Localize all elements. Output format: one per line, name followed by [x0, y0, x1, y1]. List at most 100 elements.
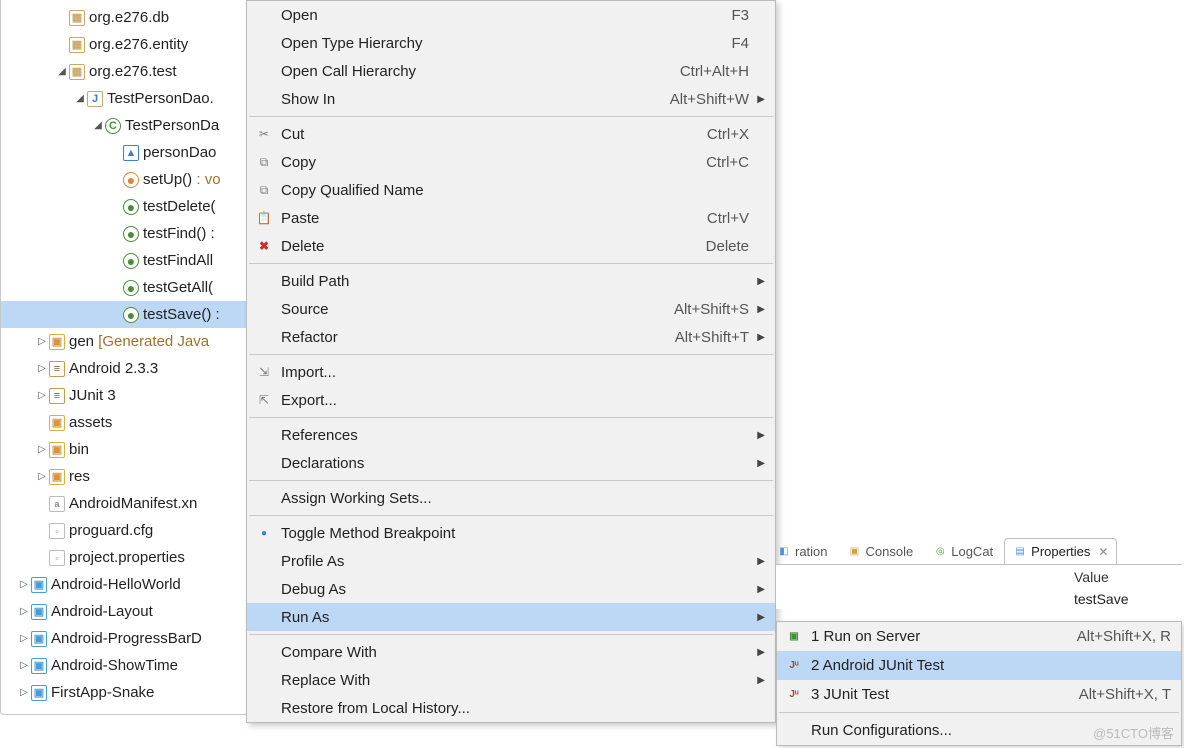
- tree-item-field-persondao[interactable]: ▶ ▲ personDao: [1, 139, 249, 166]
- tree-item-method-setup[interactable]: ▶ ● setUp() : vo: [1, 166, 249, 193]
- tree-item-proj-helloworld[interactable]: ▷ ▣ Android-HelloWorld: [1, 571, 249, 598]
- submenu-item-android-junit-test[interactable]: Jᵘ2 Android JUnit Test: [777, 651, 1181, 680]
- tree-label: Android-ShowTime: [51, 657, 243, 674]
- submenu-arrow-icon: ▶: [755, 430, 765, 441]
- menu-item-open[interactable]: OpenF3: [247, 1, 775, 29]
- menu-item-delete[interactable]: ✖DeleteDelete: [247, 232, 775, 260]
- field-icon: ▲: [123, 145, 139, 161]
- properties-row[interactable]: testSave: [776, 589, 1182, 609]
- close-tab-icon[interactable]: ✕: [1098, 545, 1108, 559]
- tree-item-method-testdelete[interactable]: ▶ ● testDelete(: [1, 193, 249, 220]
- tree-twisty-collapsed-icon[interactable]: ▷: [17, 687, 31, 698]
- tab-properties[interactable]: ▤Properties✕: [1004, 538, 1117, 564]
- blank-icon: [253, 644, 275, 660]
- shortcut-label: Alt+Shift+T: [675, 329, 749, 346]
- tree-item-pkg-entity[interactable]: ▶ ▦ org.e276.entity: [1, 31, 249, 58]
- shortcut-label: Alt+Shift+X, T: [1079, 686, 1171, 703]
- tab-declaration[interactable]: ◧ration: [776, 538, 837, 564]
- tree-item-method-testfind[interactable]: ▶ ● testFind() :: [1, 220, 249, 247]
- submenu-arrow-icon: ▶: [755, 304, 765, 315]
- tree-item-assets[interactable]: ▶ ▣ assets: [1, 409, 249, 436]
- blank-icon: [253, 427, 275, 443]
- tree-item-class-testpersondao[interactable]: ◢ C TestPersonDa: [1, 112, 249, 139]
- menu-item-paste[interactable]: 📋PasteCtrl+V: [247, 204, 775, 232]
- tree-twisty-collapsed-icon[interactable]: ▷: [35, 336, 49, 347]
- menu-item-assign-working-sets[interactable]: Assign Working Sets...: [247, 484, 775, 512]
- menu-separator: [249, 480, 773, 481]
- tree-item-junit-lib[interactable]: ▷ ≡ JUnit 3: [1, 382, 249, 409]
- package-explorer-tree[interactable]: ▶ ▦ org.e276.db ▶ ▦ org.e276.entity ◢ ▦ …: [0, 0, 250, 715]
- menu-item-declarations[interactable]: Declarations▶: [247, 449, 775, 477]
- tree-item-android-lib[interactable]: ▷ ≡ Android 2.3.3: [1, 355, 249, 382]
- menu-item-profile-as[interactable]: Profile As▶: [247, 547, 775, 575]
- tree-item-res[interactable]: ▷ ▣ res: [1, 463, 249, 490]
- tree-label: personDao: [143, 144, 243, 161]
- tree-item-proj-snake[interactable]: ▷ ▣ FirstApp-Snake: [1, 679, 249, 706]
- tree-twisty-collapsed-icon[interactable]: ▷: [17, 579, 31, 590]
- tree-item-manifest[interactable]: ▶ a AndroidManifest.xn: [1, 490, 249, 517]
- tree-twisty-expanded-icon[interactable]: ◢: [73, 93, 87, 104]
- tree-twisty-collapsed-icon[interactable]: ▷: [35, 471, 49, 482]
- menu-item-show-in[interactable]: Show InAlt+Shift+W▶: [247, 85, 775, 113]
- tree-label: testDelete(: [143, 198, 243, 215]
- tree-item-bin[interactable]: ▷ ▣ bin: [1, 436, 249, 463]
- menu-item-import[interactable]: ⇲Import...: [247, 358, 775, 386]
- menu-item-replace-with[interactable]: Replace With▶: [247, 666, 775, 694]
- context-menu: OpenF3 Open Type HierarchyF4 Open Call H…: [246, 0, 776, 723]
- menu-item-debug-as[interactable]: Debug As▶: [247, 575, 775, 603]
- tree-item-method-testgetall[interactable]: ▶ ● testGetAll(: [1, 274, 249, 301]
- tree-item-proj-showtime[interactable]: ▷ ▣ Android-ShowTime: [1, 652, 249, 679]
- submenu-arrow-icon: ▶: [755, 612, 765, 623]
- submenu-item-junit-test[interactable]: Jᵘ3 JUnit TestAlt+Shift+X, T: [777, 680, 1181, 709]
- tree-item-method-testfindall[interactable]: ▶ ● testFindAll: [1, 247, 249, 274]
- tree-label: testFind() :: [143, 225, 243, 242]
- menu-item-open-call-hierarchy[interactable]: Open Call HierarchyCtrl+Alt+H: [247, 57, 775, 85]
- tree-item-gen[interactable]: ▷ ▣ gen [Generated Java: [1, 328, 249, 355]
- menu-item-refactor[interactable]: RefactorAlt+Shift+T▶: [247, 323, 775, 351]
- tree-twisty-collapsed-icon[interactable]: ▷: [17, 633, 31, 644]
- menu-item-open-type-hierarchy[interactable]: Open Type HierarchyF4: [247, 29, 775, 57]
- menu-item-export[interactable]: ⇱Export...: [247, 386, 775, 414]
- blank-icon: [253, 609, 275, 625]
- menu-separator: [249, 354, 773, 355]
- menu-item-copy-qualified-name[interactable]: ⧉Copy Qualified Name: [247, 176, 775, 204]
- submenu-item-run-on-server[interactable]: ▣1 Run on ServerAlt+Shift+X, R: [777, 622, 1181, 651]
- package-icon: ▦: [69, 64, 85, 80]
- menu-item-references[interactable]: References▶: [247, 421, 775, 449]
- blank-icon: [253, 301, 275, 317]
- menu-item-source[interactable]: SourceAlt+Shift+S▶: [247, 295, 775, 323]
- properties-column-header: Value: [776, 565, 1182, 589]
- menu-item-compare-with[interactable]: Compare With▶: [247, 638, 775, 666]
- submenu-arrow-icon: ▶: [755, 675, 765, 686]
- tree-item-file-testpersondao[interactable]: ◢ J TestPersonDao.: [1, 85, 249, 112]
- tab-console[interactable]: ▣Console: [839, 538, 923, 564]
- tree-label: Android-ProgressBarD: [51, 630, 243, 647]
- menu-item-toggle-breakpoint[interactable]: Toggle Method Breakpoint: [247, 519, 775, 547]
- tree-label: Android-Layout: [51, 603, 243, 620]
- menu-item-restore-history[interactable]: Restore from Local History...: [247, 694, 775, 722]
- shortcut-label: Alt+Shift+W: [670, 91, 749, 108]
- tree-twisty-collapsed-icon[interactable]: ▷: [17, 606, 31, 617]
- submenu-arrow-icon: ▶: [755, 332, 765, 343]
- tab-logcat[interactable]: ◎LogCat: [924, 538, 1002, 564]
- menu-item-copy[interactable]: ⧉CopyCtrl+C: [247, 148, 775, 176]
- tree-item-pkg-test[interactable]: ◢ ▦ org.e276.test: [1, 58, 249, 85]
- tree-twisty-collapsed-icon[interactable]: ▷: [35, 363, 49, 374]
- tree-twisty-expanded-icon[interactable]: ◢: [55, 66, 69, 77]
- tree-item-proj-progressbar[interactable]: ▷ ▣ Android-ProgressBarD: [1, 625, 249, 652]
- menu-item-cut[interactable]: ✂CutCtrl+X: [247, 120, 775, 148]
- tree-twisty-collapsed-icon[interactable]: ▷: [35, 390, 49, 401]
- xml-file-icon: a: [49, 496, 65, 512]
- tree-item-pkg-db[interactable]: ▶ ▦ org.e276.db: [1, 4, 249, 31]
- menu-item-build-path[interactable]: Build Path▶: [247, 267, 775, 295]
- public-method-icon: ●: [123, 280, 139, 296]
- menu-item-run-as[interactable]: Run As▶: [247, 603, 775, 631]
- tree-item-proguard[interactable]: ▶ ▫ proguard.cfg: [1, 517, 249, 544]
- tree-twisty-collapsed-icon[interactable]: ▷: [17, 660, 31, 671]
- tree-twisty-expanded-icon[interactable]: ◢: [91, 120, 105, 131]
- delete-icon: ✖: [253, 238, 275, 254]
- tree-twisty-collapsed-icon[interactable]: ▷: [35, 444, 49, 455]
- tree-item-proj-layout[interactable]: ▷ ▣ Android-Layout: [1, 598, 249, 625]
- tree-item-projectproperties[interactable]: ▶ ▫ project.properties: [1, 544, 249, 571]
- tree-item-method-testsave[interactable]: ▶ ● testSave() :: [1, 301, 249, 328]
